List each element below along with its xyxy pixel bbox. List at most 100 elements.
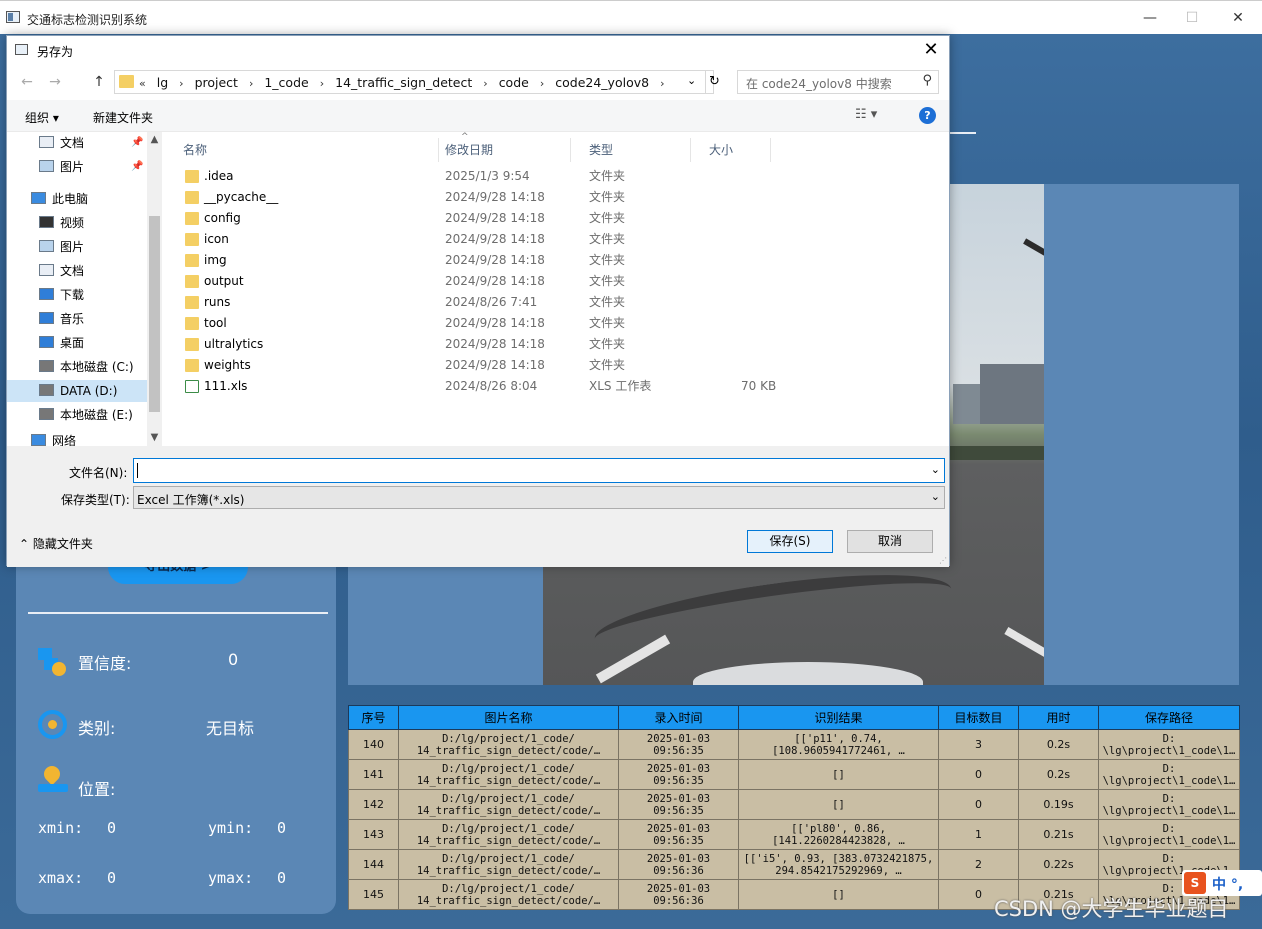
filename-input[interactable]: ⌄ bbox=[133, 458, 945, 483]
folder-row[interactable]: tool 2024/9/28 14:18 文件夹 bbox=[183, 313, 783, 334]
ime-toolbar[interactable]: S 中 °, bbox=[1182, 870, 1262, 896]
nav-item[interactable]: 文档 bbox=[7, 260, 147, 282]
cell-save-path-line: \lg\project\1_code\1… bbox=[1102, 804, 1236, 817]
table-row[interactable]: 142 D:/lg/project/1_code/14_traffic_sign_… bbox=[348, 789, 1240, 820]
cell-entry-time-line: 09:56:35 bbox=[653, 744, 704, 757]
app-close-button[interactable]: ✕ bbox=[1218, 7, 1258, 29]
nav-item[interactable]: DATA (D:) bbox=[7, 380, 147, 402]
back-arrow-icon[interactable]: ← bbox=[17, 72, 37, 92]
breadcrumb-item[interactable]: project bbox=[195, 75, 238, 90]
cancel-button[interactable]: 取消 bbox=[847, 530, 933, 553]
nav-item[interactable]: 图片 bbox=[7, 156, 147, 178]
folder-icon bbox=[185, 359, 199, 372]
organize-menu[interactable]: 组织 ▾ bbox=[25, 109, 59, 126]
breadcrumb-chevron-icon[interactable]: › bbox=[179, 77, 183, 90]
column-name[interactable]: 名称 bbox=[165, 138, 439, 162]
folder-row[interactable]: icon 2024/9/28 14:18 文件夹 bbox=[183, 229, 783, 250]
header-result[interactable]: 识别结果 bbox=[738, 705, 939, 730]
app-title-bar: 交通标志检测识别系统 — ☐ ✕ bbox=[0, 0, 1262, 34]
nav-item[interactable]: 本地磁盘 (C:) bbox=[7, 356, 147, 378]
save-options: 文件名(N): ⌄ 保存类型(T): Excel 工作簿(*.xls) ⌄ ⌃ … bbox=[7, 446, 949, 567]
file-type: 文件夹 bbox=[589, 358, 626, 372]
breadcrumb-chevron-icon[interactable]: › bbox=[249, 77, 253, 90]
view-options-icon[interactable]: ☷ ▾ bbox=[855, 107, 877, 122]
search-box[interactable]: 在 code24_yolov8 中搜索 ⚲ bbox=[737, 70, 939, 94]
dialog-close-button[interactable]: ✕ bbox=[919, 39, 943, 61]
maximize-button[interactable]: ☐ bbox=[1172, 7, 1212, 29]
filetype-dropdown-icon[interactable]: ⌄ bbox=[931, 490, 940, 503]
folder-row[interactable]: __pycache__ 2024/9/28 14:18 文件夹 bbox=[183, 187, 783, 208]
cell-result: [] bbox=[738, 759, 939, 790]
breadcrumb-chevron-icon[interactable]: › bbox=[660, 77, 664, 90]
header-save-path[interactable]: 保存路径 bbox=[1098, 705, 1240, 730]
column-date[interactable]: 修改日期 bbox=[427, 138, 571, 162]
header-duration[interactable]: 用时 bbox=[1018, 705, 1099, 730]
nav-scrollbar[interactable]: ▲ ▼ bbox=[147, 132, 162, 446]
refresh-icon[interactable]: ↻ bbox=[705, 71, 723, 93]
file-date: 2024/9/28 14:18 bbox=[445, 316, 545, 330]
nav-item[interactable]: 下载 bbox=[7, 284, 147, 306]
cell-image-name: D:/lg/project/1_code/14_traffic_sign_det… bbox=[398, 789, 619, 820]
save-button[interactable]: 保存(S) bbox=[747, 530, 833, 553]
breadcrumb-chevron-icon[interactable]: › bbox=[483, 77, 487, 90]
address-dropdown-icon[interactable]: ⌄ bbox=[687, 74, 696, 87]
nav-item[interactable]: 桌面 bbox=[7, 332, 147, 354]
hide-folders-toggle[interactable]: ⌃ 隐藏文件夹 bbox=[19, 535, 93, 552]
column-size[interactable]: 大小 bbox=[691, 138, 771, 162]
breadcrumb-item[interactable]: 1_code bbox=[264, 75, 308, 90]
search-icon[interactable]: ⚲ bbox=[922, 73, 932, 88]
resize-grip[interactable]: ⋰ bbox=[939, 556, 947, 565]
table-row[interactable]: 141 D:/lg/project/1_code/14_traffic_sign_… bbox=[348, 759, 1240, 790]
folder-row[interactable]: ultralytics 2024/9/28 14:18 文件夹 bbox=[183, 334, 783, 355]
breadcrumb-item[interactable]: 14_traffic_sign_detect bbox=[335, 75, 472, 90]
nav-item-label: DATA (D:) bbox=[60, 384, 118, 398]
header-entry-time[interactable]: 录入时间 bbox=[618, 705, 739, 730]
nav-item-label: 网络 bbox=[52, 434, 77, 446]
filename-dropdown-icon[interactable]: ⌄ bbox=[931, 463, 940, 476]
new-folder-button[interactable]: 新建文件夹 bbox=[93, 109, 153, 126]
forward-arrow-icon[interactable]: → bbox=[45, 72, 65, 92]
nav-item[interactable]: 本地磁盘 (E:) bbox=[7, 404, 147, 426]
table-row[interactable]: 140 D:/lg/project/1_code/14_traffic_sign_… bbox=[348, 729, 1240, 760]
folder-row[interactable]: .idea 2025/1/3 9:54 文件夹 bbox=[183, 166, 783, 187]
folder-row[interactable]: weights 2024/9/28 14:18 文件夹 bbox=[183, 355, 783, 376]
address-bar[interactable]: « lg › project › 1_code › 14_traffic_sign_detec… bbox=[114, 70, 720, 94]
folder-row[interactable]: img 2024/9/28 14:18 文件夹 bbox=[183, 250, 783, 271]
nav-item[interactable]: 视频 bbox=[7, 212, 147, 234]
breadcrumb-item[interactable]: lg bbox=[157, 75, 168, 90]
nav-item[interactable]: 图片 bbox=[7, 236, 147, 258]
filetype-select[interactable]: Excel 工作簿(*.xls) ⌄ bbox=[133, 486, 945, 509]
breadcrumb-item[interactable]: code24_yolov8 bbox=[555, 75, 649, 90]
folder-row[interactable]: runs 2024/8/26 7:41 文件夹 bbox=[183, 292, 783, 313]
cell-save-path: D: \lg\project\1_code\1… bbox=[1098, 819, 1240, 850]
breadcrumb[interactable]: « lg › project › 1_code › 14_traffic_sign_detec… bbox=[139, 75, 675, 90]
cell-count: 2 bbox=[938, 849, 1019, 880]
table-row[interactable]: 143 D:/lg/project/1_code/14_traffic_sign_… bbox=[348, 819, 1240, 850]
up-arrow-icon[interactable]: ↑ bbox=[89, 72, 109, 92]
header-id[interactable]: 序号 bbox=[348, 705, 399, 730]
pictures-icon bbox=[39, 160, 54, 172]
scroll-thumb[interactable] bbox=[149, 216, 160, 412]
table-row[interactable]: 144 D:/lg/project/1_code/14_traffic_sign_… bbox=[348, 849, 1240, 880]
nav-item[interactable]: 网络 bbox=[7, 430, 147, 446]
scroll-up-icon[interactable]: ▲ bbox=[147, 134, 162, 145]
cell-result: [['i5', 0.93, [383.0732421875, 294.854217… bbox=[738, 849, 939, 880]
breadcrumb-item[interactable]: code bbox=[499, 75, 529, 90]
folder-row[interactable]: output 2024/9/28 14:18 文件夹 bbox=[183, 271, 783, 292]
help-icon[interactable]: ? bbox=[919, 107, 936, 124]
column-type[interactable]: 类型 bbox=[571, 138, 691, 162]
breadcrumb-chevron-icon[interactable]: › bbox=[540, 77, 544, 90]
header-image-name[interactable]: 图片名称 bbox=[398, 705, 619, 730]
folder-row[interactable]: config 2024/9/28 14:18 文件夹 bbox=[183, 208, 783, 229]
nav-item[interactable]: 音乐 bbox=[7, 308, 147, 330]
cell-image-name: D:/lg/project/1_code/14_traffic_sign_det… bbox=[398, 819, 619, 850]
header-count[interactable]: 目标数目 bbox=[938, 705, 1019, 730]
nav-item[interactable]: 文档 bbox=[7, 132, 147, 154]
file-row[interactable]: 111.xls 2024/8/26 8:04 XLS 工作表 70 KB bbox=[183, 376, 783, 397]
nav-item[interactable]: 此电脑 bbox=[7, 188, 147, 210]
breadcrumb-chevron-icon[interactable]: « bbox=[139, 77, 146, 90]
scroll-down-icon[interactable]: ▼ bbox=[147, 432, 162, 443]
minimize-button[interactable]: — bbox=[1130, 7, 1170, 29]
cell-entry-time-line: 09:56:35 bbox=[653, 804, 704, 817]
breadcrumb-chevron-icon[interactable]: › bbox=[320, 77, 324, 90]
